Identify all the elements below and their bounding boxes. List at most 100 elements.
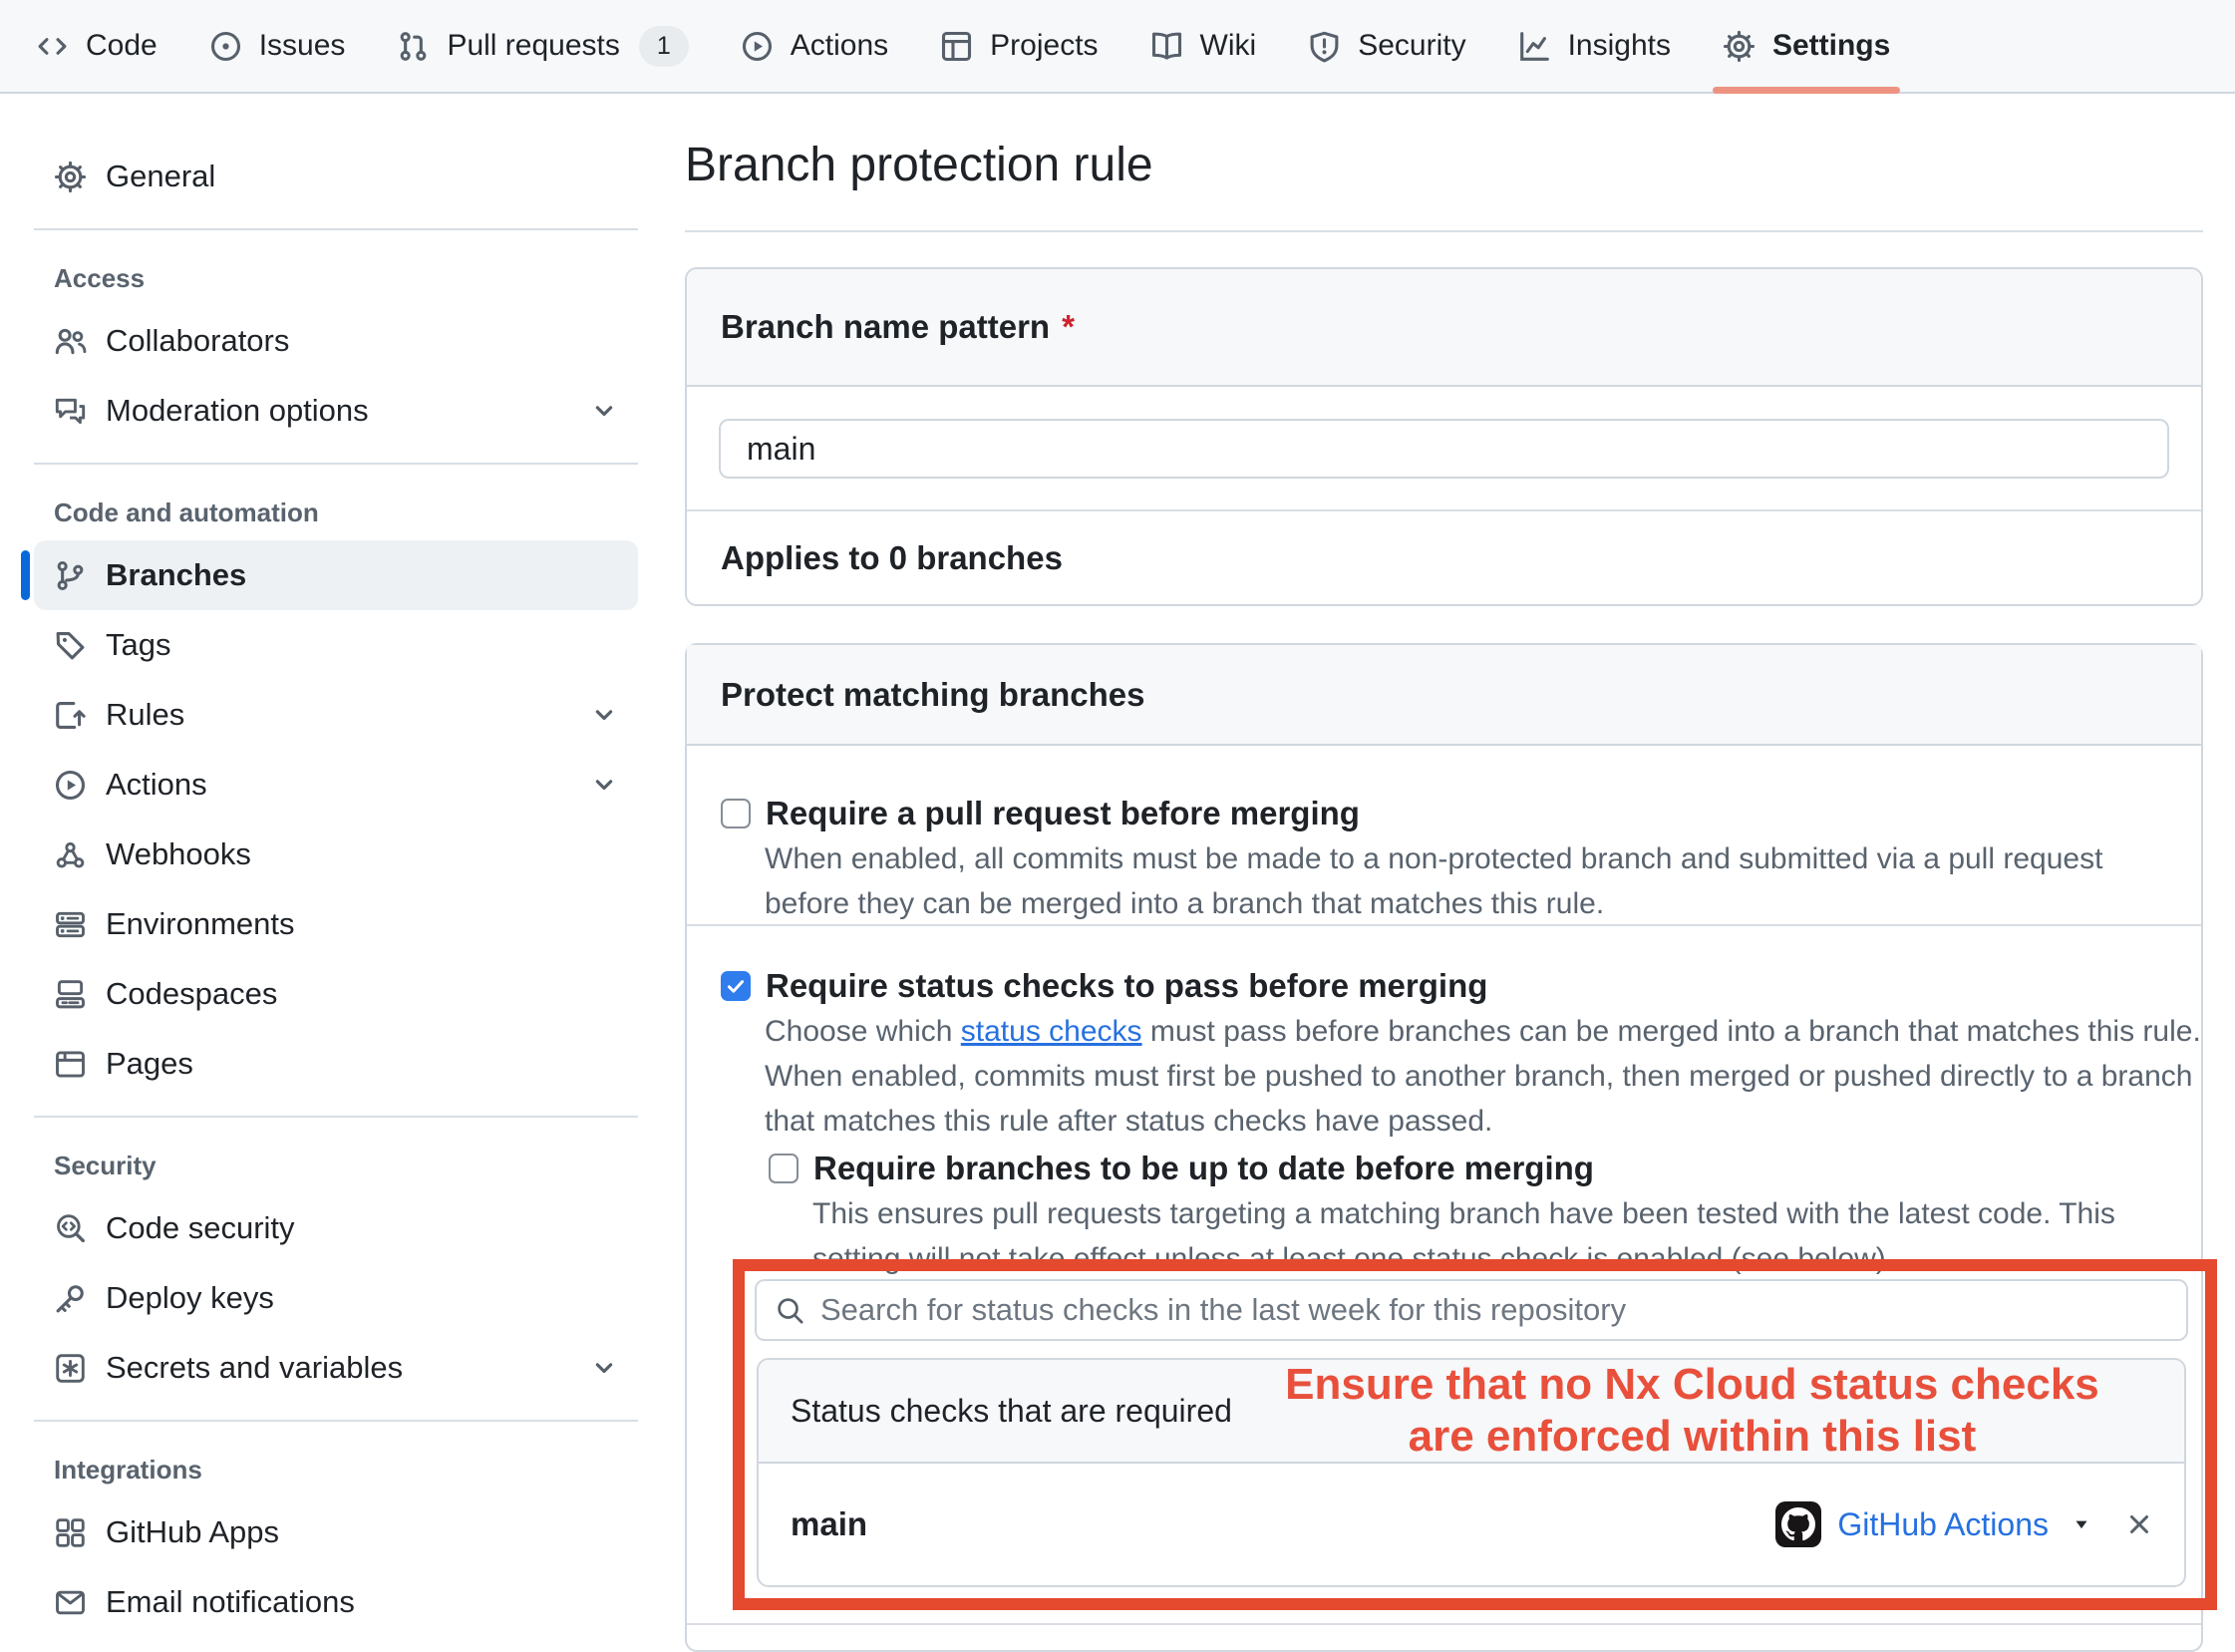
key-icon (54, 1282, 87, 1315)
sidebar-item-label: Email notifications (106, 1584, 355, 1620)
caret-down-icon[interactable] (2071, 1513, 2092, 1535)
annotation-line-2: are enforced within this list (1232, 1411, 2152, 1463)
github-avatar (1775, 1501, 1821, 1547)
branch-name-input-section (687, 387, 2201, 511)
sidebar-item-branches[interactable]: Branches (34, 540, 638, 610)
tab-issues-label: Issues (259, 29, 346, 63)
main-content: Branch protection rule Branch name patte… (685, 0, 2203, 1637)
section-divider (687, 924, 2201, 926)
require-status-checks-label: Require status checks to pass before mer… (766, 967, 1487, 1005)
sidebar-divider (34, 228, 638, 230)
sidebar-item-email-notifications[interactable]: Email notifications (34, 1567, 638, 1637)
github-actions-link[interactable]: GitHub Actions (1837, 1506, 2049, 1543)
branch-name-pattern-input[interactable] (719, 419, 2169, 479)
tab-code-label: Code (86, 29, 158, 63)
sidebar-item-codespaces[interactable]: Codespaces (34, 959, 638, 1029)
remove-status-check-icon[interactable] (2124, 1509, 2154, 1539)
branch-name-pattern-card: Branch name pattern * Applies to 0 branc… (685, 267, 2203, 606)
tag-icon (54, 629, 87, 662)
status-check-name: main (791, 1505, 867, 1543)
require-status-checks-row: Require status checks to pass before mer… (721, 967, 1487, 1005)
sidebar-divider (34, 1116, 638, 1118)
status-check-row: main GitHub Actions (759, 1464, 2184, 1585)
asterisk-icon (54, 1352, 87, 1385)
sidebar-item-tags[interactable]: Tags (34, 610, 638, 680)
comment-discussion-icon (54, 395, 87, 428)
settings-sidebar: General Access Collaborators Moderation … (34, 142, 638, 1637)
sidebar-item-general[interactable]: General (34, 142, 638, 211)
codescan-icon (54, 1212, 87, 1245)
sidebar-item-label: Secrets and variables (106, 1350, 403, 1386)
status-check-search (755, 1279, 2188, 1341)
sidebar-section-security: Security (34, 1135, 638, 1193)
sidebar-item-code-security[interactable]: Code security (34, 1193, 638, 1263)
sidebar-item-label: GitHub Apps (106, 1514, 279, 1550)
sidebar-divider (34, 1420, 638, 1422)
applies-to-branches-text: Applies to 0 branches (687, 511, 2201, 604)
require-pr-description: When enabled, all commits must be made t… (765, 836, 2160, 926)
require-status-checks-checkbox[interactable] (721, 971, 751, 1001)
sidebar-divider (34, 463, 638, 465)
status-checks-link[interactable]: status checks (961, 1015, 1142, 1048)
tab-pull-requests[interactable]: Pull requests 1 (371, 0, 714, 92)
sidebar-item-label: Moderation options (106, 393, 369, 429)
browser-icon (54, 1048, 87, 1081)
require-pr-checkbox[interactable] (721, 799, 751, 828)
chevron-down-icon (590, 397, 618, 425)
chevron-down-icon (590, 701, 618, 729)
require-pr-label: Require a pull request before merging (766, 795, 1360, 832)
require-pr-row: Require a pull request before merging (721, 795, 1360, 832)
require-up-to-date-row: Require branches to be up to date before… (769, 1150, 1594, 1187)
webhook-icon (54, 838, 87, 871)
sidebar-item-label: Webhooks (106, 836, 251, 872)
sidebar-item-rules[interactable]: Rules (34, 680, 638, 750)
sidebar-item-collaborators[interactable]: Collaborators (34, 306, 638, 376)
code-icon (36, 30, 69, 63)
sidebar-item-label: Environments (106, 906, 295, 942)
sidebar-item-label: Tags (106, 627, 170, 663)
sidebar-item-deploy-keys[interactable]: Deploy keys (34, 1263, 638, 1333)
sidebar-item-label: Code security (106, 1210, 295, 1246)
sidebar-item-label: Actions (106, 767, 207, 803)
sidebar-item-label: Deploy keys (106, 1280, 274, 1316)
required-asterisk: * (1062, 308, 1075, 346)
status-check-source: GitHub Actions (1775, 1501, 2154, 1547)
require-up-to-date-checkbox[interactable] (769, 1154, 798, 1183)
sidebar-item-label: General (106, 159, 215, 194)
branch-name-pattern-label: Branch name pattern (721, 308, 1050, 346)
status-checks-required-label: Status checks that are required (791, 1393, 1232, 1430)
chevron-down-icon (590, 1354, 618, 1382)
sidebar-section-integrations: Integrations (34, 1439, 638, 1497)
status-checks-list: Status checks that are required Ensure t… (757, 1358, 2186, 1587)
sidebar-item-github-apps[interactable]: GitHub Apps (34, 1497, 638, 1567)
git-branch-icon (54, 559, 87, 592)
sidebar-item-environments[interactable]: Environments (34, 889, 638, 959)
tab-code[interactable]: Code (10, 0, 183, 92)
sidebar-item-label: Codespaces (106, 976, 277, 1012)
server-icon (54, 908, 87, 941)
protect-matching-branches-header: Protect matching branches (687, 645, 2201, 746)
sidebar-item-pages[interactable]: Pages (34, 1029, 638, 1099)
sidebar-item-label: Branches (106, 557, 246, 593)
sidebar-item-webhooks[interactable]: Webhooks (34, 820, 638, 889)
sidebar-item-moderation-options[interactable]: Moderation options (34, 376, 638, 446)
annotation-text: Ensure that no Nx Cloud status checks ar… (1232, 1359, 2152, 1463)
codespaces-icon (54, 978, 87, 1011)
tab-issues[interactable]: Issues (183, 0, 372, 92)
chevron-down-icon (590, 771, 618, 799)
git-pull-request-icon (397, 30, 430, 63)
pull-requests-count-badge: 1 (639, 26, 689, 67)
annotation-line-1: Ensure that no Nx Cloud status checks (1232, 1359, 2152, 1411)
status-check-search-input[interactable] (755, 1279, 2188, 1341)
sidebar-section-access: Access (34, 247, 638, 306)
annotation-highlight-box: Status checks that are required Ensure t… (733, 1259, 2217, 1610)
status-checks-list-header: Status checks that are required Ensure t… (759, 1360, 2184, 1464)
page-title: Branch protection rule (685, 136, 1153, 195)
title-divider (685, 230, 2203, 232)
issue-opened-icon (209, 30, 242, 63)
check-icon (725, 975, 747, 997)
section-divider (687, 1623, 2201, 1625)
sidebar-section-code-and-automation: Code and automation (34, 482, 638, 540)
sidebar-item-secrets-and-variables[interactable]: Secrets and variables (34, 1333, 638, 1403)
sidebar-item-actions[interactable]: Actions (34, 750, 638, 820)
